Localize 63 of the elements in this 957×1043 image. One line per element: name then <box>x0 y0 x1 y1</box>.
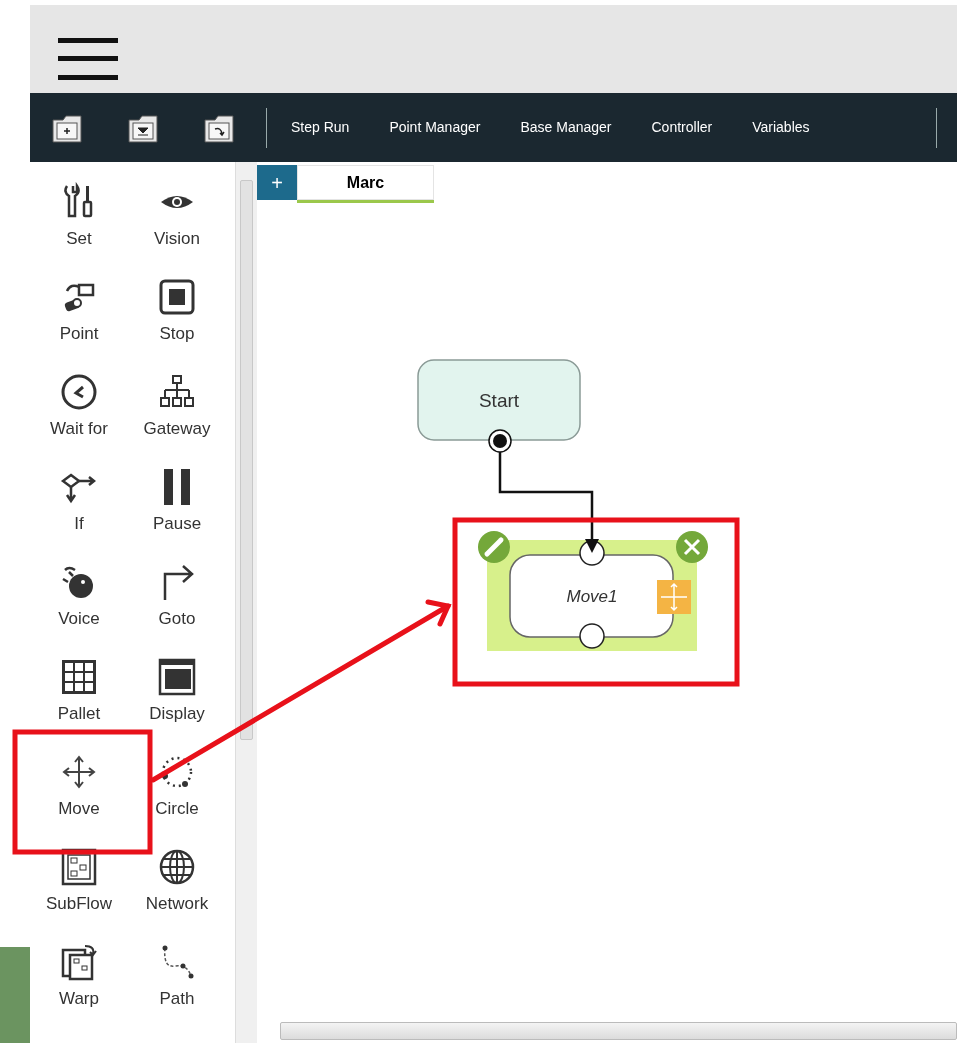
palette-item[interactable]: Move <box>30 752 128 832</box>
palette-item[interactable]: Wait for <box>30 372 128 452</box>
item-label: SubFlow <box>45 893 113 915</box>
palette-item[interactable]: Point <box>30 277 128 357</box>
palette-item[interactable]: Stop <box>128 277 226 357</box>
output-port[interactable] <box>488 429 512 453</box>
window-icon <box>157 657 197 697</box>
toolbar-button[interactable]: Step Run <box>291 117 350 138</box>
add-tab-button[interactable]: + <box>257 165 297 200</box>
palette-item[interactable]: Display <box>128 657 226 737</box>
subflow-icon <box>59 847 99 887</box>
item-label: Display <box>149 703 205 725</box>
toolbar-button[interactable]: Variables <box>752 117 810 138</box>
palette-item[interactable]: Path <box>128 942 226 1022</box>
item-label: Wait for <box>50 418 108 440</box>
palette-item[interactable]: Gateway <box>128 372 226 452</box>
start-node[interactable] <box>417 359 581 441</box>
item-label: Warp <box>59 988 99 1010</box>
item-label: Voice <box>58 608 100 630</box>
toolbar-button[interactable]: Point Manager <box>389 117 481 138</box>
item-label: Stop <box>159 323 195 345</box>
globe-icon <box>157 847 197 887</box>
palette-item[interactable]: Goto <box>128 562 226 642</box>
grid-icon <box>59 657 99 697</box>
palette-item[interactable]: Warp <box>30 942 128 1022</box>
menu-icon[interactable] <box>58 38 118 80</box>
item-label: Move <box>58 798 100 820</box>
palette-item[interactable]: Vision <box>128 182 226 262</box>
palette-item[interactable]: If <box>30 467 128 547</box>
item-label: Network <box>145 893 209 915</box>
palette-item[interactable]: Pause <box>128 467 226 547</box>
vertical-scrollbar[interactable] <box>235 162 257 1043</box>
tab[interactable]: Marc <box>297 165 434 203</box>
stop-icon <box>157 277 197 317</box>
clock-icon <box>59 372 99 412</box>
item-label: Pallet <box>57 703 101 725</box>
copy-flow-icon <box>59 942 99 982</box>
close-icon[interactable] <box>676 531 708 563</box>
scrollbar-thumb[interactable] <box>240 180 253 740</box>
palette-item[interactable]: Network <box>128 847 226 927</box>
item-label: Path <box>159 988 195 1010</box>
toolbar-button[interactable]: Base Manager <box>520 117 612 138</box>
palette-item[interactable]: SubFlow <box>30 847 128 927</box>
item-label: Vision <box>154 228 200 250</box>
item-label: Gateway <box>143 418 211 440</box>
node-label: Move1 <box>566 587 618 606</box>
item-label: If <box>74 513 84 535</box>
palette-item[interactable]: Set <box>30 182 128 262</box>
horizontal-scrollbar[interactable] <box>280 1022 957 1040</box>
edit-icon[interactable] <box>478 531 510 563</box>
item-label: Circle <box>155 798 199 820</box>
palette-item[interactable]: Pallet <box>30 657 128 737</box>
move-handle-icon[interactable] <box>657 580 691 614</box>
item-label: Set <box>66 228 92 250</box>
output-port[interactable] <box>579 623 605 649</box>
node-label: Start <box>478 390 520 411</box>
item-label: Pause <box>152 513 202 535</box>
palette-item[interactable]: Circle <box>128 752 226 832</box>
item-label: Goto <box>158 608 196 630</box>
move-node[interactable] <box>509 554 674 638</box>
toolbar-button[interactable]: Controller <box>651 117 713 138</box>
palette-item[interactable]: Voice <box>30 562 128 642</box>
item-label: Point <box>59 323 99 345</box>
